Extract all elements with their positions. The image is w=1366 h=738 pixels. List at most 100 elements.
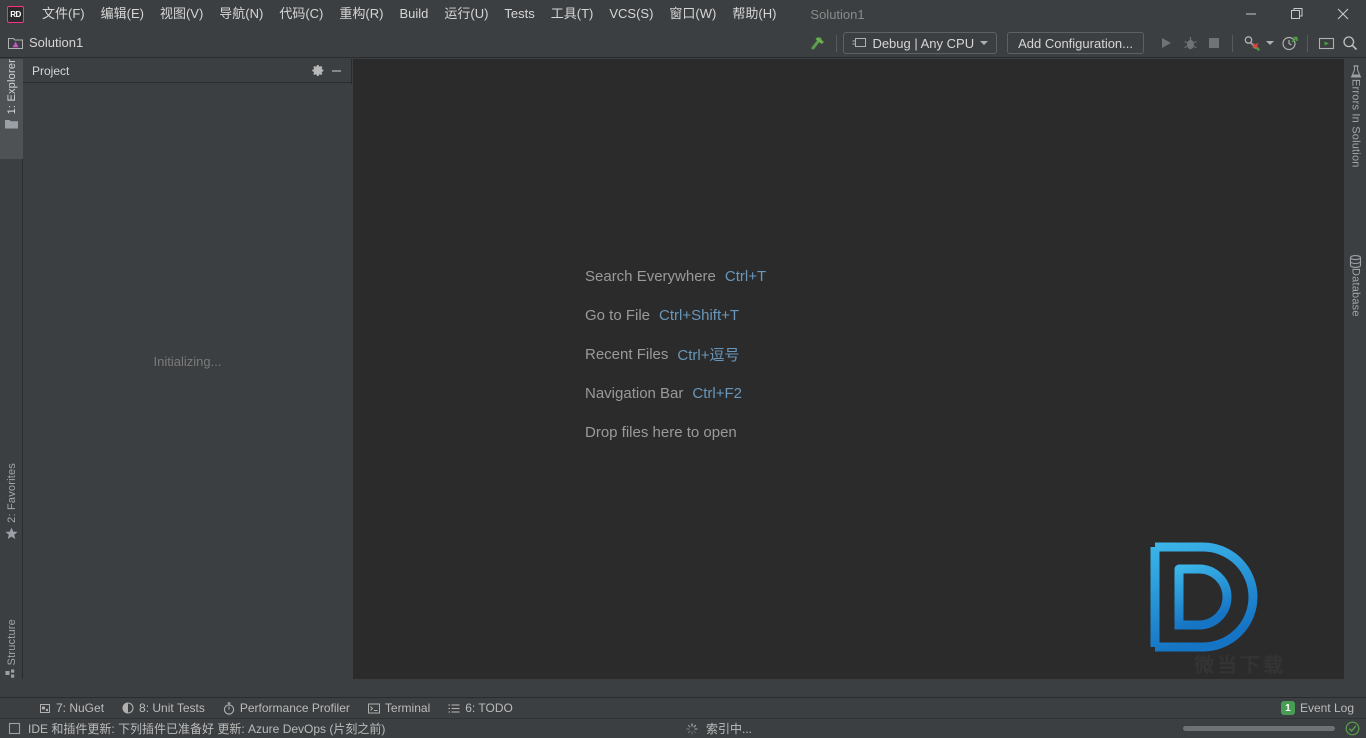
menu-tests[interactable]: Tests (496, 2, 542, 26)
bottom-tab-unit-tests[interactable]: 8: Unit Tests (113, 698, 214, 719)
bottom-tab-terminal[interactable]: Terminal (359, 698, 439, 719)
configuration-icon (852, 37, 867, 49)
stop-icon[interactable] (1202, 31, 1226, 55)
bottom-tab-unit-tests-label: 8: Unit Tests (139, 701, 205, 715)
console-icon[interactable] (1314, 31, 1338, 55)
welcome-row-go-to-file[interactable]: Go to File Ctrl+Shift+T (585, 296, 766, 335)
welcome-shortcut: Ctrl+T (724, 268, 767, 285)
status-message: IDE 和插件更新: 下列插件已准备好 更新: Azure DevOps (片刻… (28, 722, 386, 736)
chevron-down-icon (980, 41, 989, 45)
profiler-icon[interactable] (1239, 31, 1263, 55)
menu-edit[interactable]: 编辑(E) (93, 2, 152, 26)
debug-icon[interactable] (1178, 31, 1202, 55)
check-circle-icon[interactable] (1345, 721, 1360, 736)
welcome-label: Navigation Bar (585, 385, 684, 402)
watermark-caption: 微当下载 (1194, 653, 1286, 677)
spinner-icon (686, 722, 698, 735)
menu-build[interactable]: Build (391, 2, 436, 26)
project-panel-title: Project (32, 63, 70, 78)
watermark-d-logo-icon (1150, 542, 1258, 652)
sidebar-item-database-label: Database (1349, 268, 1362, 317)
menu-tools[interactable]: 工具(T) (543, 2, 602, 26)
sidebar-item-favorites[interactable]: 2: Favorites (0, 463, 23, 571)
menu-vcs[interactable]: VCS(S) (601, 2, 661, 26)
menu-file[interactable]: 文件(F) (34, 2, 93, 26)
bottom-tab-todo[interactable]: 6: TODO (439, 698, 522, 719)
title-bar: RD 文件(F) 编辑(E) 视图(V) 导航(N) 代码(C) 重构(R) B… (0, 0, 1366, 28)
menu-refactor[interactable]: 重构(R) (331, 2, 391, 26)
menu-help[interactable]: 帮助(H) (724, 2, 784, 26)
welcome-shortcut: Ctrl+F2 (692, 385, 742, 402)
bottom-tab-performance-profiler[interactable]: Performance Profiler (214, 698, 359, 719)
minimize-button[interactable] (1228, 0, 1274, 28)
run-configuration-label: Debug | Any CPU (872, 35, 975, 51)
toolbar-separator (836, 34, 838, 52)
stopwatch-icon (223, 701, 235, 715)
welcome-row-navigation-bar[interactable]: Navigation Bar Ctrl+F2 (585, 374, 766, 413)
welcome-row-drop-files: Drop files here to open (585, 413, 766, 452)
editor-area[interactable]: Search Everywhere Ctrl+T Go to File Ctrl… (353, 59, 1343, 679)
event-log-label: Event Log (1299, 701, 1354, 715)
welcome-label: Search Everywhere (585, 268, 716, 285)
welcome-row-recent-files[interactable]: Recent Files Ctrl+逗号 (585, 335, 766, 374)
sidebar-item-favorites-label: 2: Favorites (5, 463, 18, 523)
watermark: 微当下载 WWW.WEIDOWN.COM (1147, 539, 1333, 679)
hammer-build-icon[interactable] (806, 31, 830, 55)
restore-button[interactable] (1274, 0, 1320, 28)
close-button[interactable] (1320, 0, 1366, 28)
history-icon[interactable] (1277, 31, 1301, 55)
sidebar-item-explorer[interactable]: 1: Explorer (0, 59, 23, 159)
rider-logo-icon: RD (7, 5, 24, 23)
indexing-indicator: 索引中... (686, 720, 752, 737)
welcome-row-search-everywhere[interactable]: Search Everywhere Ctrl+T (585, 257, 766, 296)
right-tool-stripe: Errors In Solution Database (1343, 59, 1366, 679)
welcome-label: Go to File (585, 307, 651, 324)
status-bar: IDE 和插件更新: 下列插件已准备好 更新: Azure DevOps (片刻… (0, 718, 1366, 738)
menu-navigate[interactable]: 导航(N) (211, 2, 271, 26)
menu-view[interactable]: 视图(V) (152, 2, 211, 26)
sidebar-item-structure-label: Structure (5, 619, 18, 666)
solution-chip[interactable]: Solution1 (8, 35, 83, 50)
terminal-icon (367, 703, 380, 714)
bottom-tool-stripe: 7: NuGet 8: Unit Tests Performance Profi… (0, 697, 1366, 718)
status-message-group[interactable]: IDE 和插件更新: 下列插件已准备好 更新: Azure DevOps (片刻… (8, 720, 385, 737)
project-panel-header: Project (23, 59, 351, 83)
toolbar-separator-2 (1232, 34, 1233, 52)
add-configuration-button[interactable]: Add Configuration... (1007, 32, 1144, 54)
flask-icon (1350, 65, 1362, 79)
welcome-label: Recent Files (585, 346, 669, 363)
welcome-shortcut: Ctrl+逗号 (677, 347, 740, 364)
star-icon (5, 527, 18, 540)
sidebar-item-errors-in-solution[interactable]: Errors In Solution (1344, 61, 1366, 206)
indexing-label: 索引中... (706, 722, 753, 736)
menu-window[interactable]: 窗口(W) (661, 2, 724, 26)
menu-run[interactable]: 运行(U) (436, 2, 496, 26)
folder-icon (5, 118, 18, 129)
project-panel-body: Initializing... (23, 84, 352, 679)
toolbar-right-group: Debug | Any CPU Add Configuration... (806, 28, 1362, 58)
balloon-icon (8, 722, 21, 735)
project-initializing-label: Initializing... (153, 354, 222, 369)
menu-code[interactable]: 代码(C) (271, 2, 331, 26)
event-log-button[interactable]: 1 Event Log (1277, 698, 1358, 719)
welcome-shortcuts: Search Everywhere Ctrl+T Go to File Ctrl… (585, 257, 766, 452)
bottom-tab-nuget-label: 7: NuGet (56, 701, 105, 715)
todo-icon (448, 703, 460, 714)
toolbar-separator-3 (1307, 34, 1308, 52)
sidebar-item-explorer-label: 1: Explorer (5, 59, 18, 115)
sidebar-item-database[interactable]: Database (1344, 251, 1366, 356)
project-tool-window: Project Initializing... (23, 59, 352, 679)
window-title: Solution1 (810, 6, 865, 22)
search-icon[interactable] (1338, 31, 1362, 55)
run-icon[interactable] (1154, 31, 1178, 55)
main-toolbar: Solution1 Debug | Any CPU Add Configurat… (0, 28, 1366, 58)
bottom-tab-nuget[interactable]: 7: NuGet (30, 698, 113, 719)
minimize-icon[interactable] (327, 62, 345, 80)
gear-icon[interactable] (309, 62, 327, 80)
bottom-tab-todo-label: 6: TODO (465, 701, 513, 715)
unit-tests-icon (122, 702, 134, 714)
run-configuration-selector[interactable]: Debug | Any CPU (843, 32, 998, 54)
left-tool-stripe: 1: Explorer 2: Favorites Structure (0, 59, 23, 679)
dropdown-caret-icon[interactable] (1263, 31, 1277, 55)
solution-name: Solution1 (29, 35, 84, 50)
